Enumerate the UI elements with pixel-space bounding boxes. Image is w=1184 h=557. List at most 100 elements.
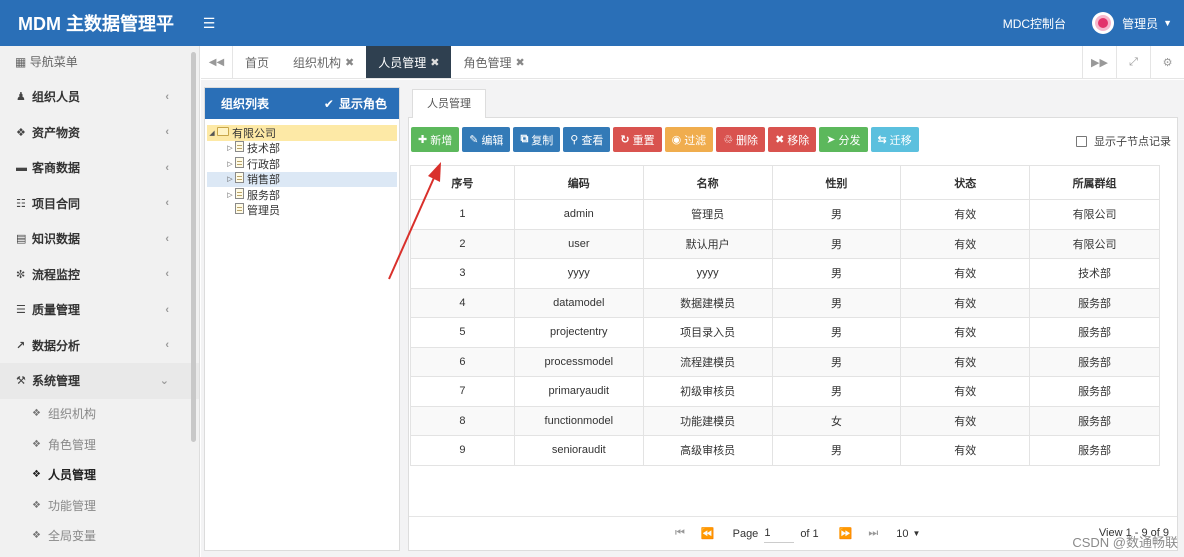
tree-node-root[interactable]: ◢ 有限公司: [207, 125, 397, 141]
sidebar-item-quality[interactable]: ☰ 质量管理 ‹: [0, 292, 199, 328]
book-icon: ▤: [16, 233, 27, 246]
inner-tab-people[interactable]: 人员管理: [412, 89, 486, 119]
show-child-records-label: 显示子节点记录: [1094, 136, 1171, 148]
column-header[interactable]: 性别: [771, 165, 902, 200]
show-child-records-checkbox[interactable]: [1076, 135, 1087, 147]
expand-right-icon[interactable]: ▷: [225, 191, 235, 199]
fullscreen-icon[interactable]: ⤢: [1116, 46, 1150, 78]
table-cell: processmodel: [513, 346, 644, 377]
table-row[interactable]: 4 datamodel 数据建模员男有效 服务部: [410, 287, 1160, 318]
sidebar-scrollbar[interactable]: [191, 52, 196, 442]
view-button[interactable]: ⚲ 查看: [563, 127, 611, 152]
table-cell: 7: [410, 376, 515, 407]
sidebar-subitem-people[interactable]: ❖ 人员管理: [0, 460, 199, 491]
table-cell: 数据建模员: [642, 287, 773, 318]
table-row[interactable]: 6 processmodel 流程建模员男有效 服务部: [410, 346, 1160, 377]
table-cell: 高级审核员: [642, 435, 773, 466]
delete-button[interactable]: ♲ 删除: [716, 127, 766, 152]
table-cell: 男: [771, 376, 902, 407]
user-menu[interactable]: 管理员 ▼: [1092, 12, 1172, 34]
close-icon[interactable]: ✖: [345, 56, 354, 69]
expand-right-icon[interactable]: ▷: [225, 175, 235, 183]
tab-scroll-left-icon[interactable]: ◀◀: [201, 46, 233, 78]
tree-node[interactable]: ▷ 行政部: [207, 156, 397, 172]
table-row[interactable]: 3 yyyy yyyy 男有效 技术部: [410, 258, 1160, 289]
app-brand: MDM 主数据管理平: [18, 14, 174, 34]
sidebar-item-process-monitor[interactable]: ✼ 流程监控 ‹: [0, 257, 199, 293]
expand-right-icon[interactable]: ▷: [225, 144, 235, 152]
gear-icon[interactable]: ⚙: [1150, 46, 1184, 78]
sidebar-item-label: 知识数据: [32, 232, 81, 247]
table-row[interactable]: 5 projectentry 项目录入员男有效 服务部: [410, 317, 1160, 348]
org-panel: 组织列表 ✔ 显示角色 ◢ 有限公司 ▷ 技术部 ▷ 行政部 ▷ 销售部 ▷ 服…: [204, 87, 400, 551]
sidebar-item-org-people[interactable]: ♟ 组织人员 ‹: [0, 79, 199, 115]
filter-button[interactable]: ◉ 过滤: [664, 127, 714, 152]
sidebar-item-knowledge[interactable]: ▤ 知识数据 ‹: [0, 221, 199, 257]
show-role-toggle[interactable]: 显示角色: [339, 95, 387, 112]
tree-node-label: 技术部: [247, 143, 280, 156]
sidebar-item-label: 客商数据: [32, 161, 81, 176]
table-cell: 项目录入员: [642, 317, 773, 348]
sidebar-subitem-org[interactable]: ❖ 组织机构: [0, 399, 199, 430]
last-page-icon[interactable]: ⏭: [868, 527, 878, 540]
tab-roles[interactable]: 角色管理 ✖: [451, 46, 536, 78]
mdc-console-link[interactable]: MDC控制台: [1003, 15, 1066, 32]
add-button[interactable]: ✚ 新增: [411, 127, 460, 152]
next-page-icon[interactable]: ⏩: [839, 527, 853, 540]
tree-node-label: 有限公司: [232, 127, 276, 140]
first-page-icon[interactable]: ⏮: [675, 527, 685, 540]
migrate-button[interactable]: ⇆ 迁移: [870, 127, 919, 152]
tree-node[interactable]: ▷ 销售部: [207, 171, 397, 187]
table-cell: 有限公司: [1029, 199, 1160, 230]
copy-button[interactable]: ⧉ 复制: [513, 127, 561, 152]
column-header[interactable]: 编码: [513, 165, 644, 200]
column-header[interactable]: 状态: [900, 165, 1031, 200]
tree-node[interactable]: 管理员: [207, 203, 397, 219]
expand-right-icon[interactable]: ▷: [225, 160, 235, 168]
table-row[interactable]: 9 senioraudit 高级审核员男有效 服务部: [410, 435, 1160, 466]
show-child-records-toggle[interactable]: 显示子节点记录: [1076, 133, 1171, 149]
reset-button[interactable]: ↻ 重置: [613, 127, 662, 152]
sidebar-item-system[interactable]: ⚒ 系统管理 ⌄: [0, 363, 199, 399]
close-icon[interactable]: ✖: [516, 56, 525, 69]
column-header[interactable]: 名称: [642, 165, 773, 200]
table-row[interactable]: 7 primaryaudit 初级审核员男有效 服务部: [410, 376, 1160, 407]
column-header[interactable]: 序号: [410, 165, 515, 200]
sidebar-subitem-roles[interactable]: ❖ 角色管理: [0, 429, 199, 460]
page-label: Page: [732, 527, 759, 540]
column-header[interactable]: 所属群组: [1029, 165, 1160, 200]
prev-page-icon[interactable]: ⏪: [701, 527, 715, 540]
table-cell: 有效: [900, 346, 1031, 377]
sidebar-item-customers[interactable]: ▬ 客商数据 ‹: [0, 150, 199, 186]
tab-org[interactable]: 组织机构 ✖: [281, 46, 366, 78]
sidebar-item-projects[interactable]: ☷ 项目合同 ‹: [0, 186, 199, 222]
edit-button[interactable]: ✎ 编辑: [462, 127, 511, 152]
chevron-left-icon: ‹: [165, 268, 169, 281]
assign-button[interactable]: ➤ 分发: [819, 127, 868, 152]
remove-button[interactable]: ✖ 移除: [768, 127, 817, 152]
sidebar-subitem-functions[interactable]: ❖ 功能管理: [0, 490, 199, 521]
sidebar-subitem-globals[interactable]: ❖ 全局变量: [0, 521, 199, 552]
table-cell: user: [513, 228, 644, 259]
close-icon[interactable]: ✖: [430, 56, 439, 69]
table-row[interactable]: 2 user 默认用户男有效 有限公司: [410, 228, 1160, 259]
chevron-left-icon: ‹: [165, 197, 169, 210]
sidebar-item-assets[interactable]: ❖ 资产物资 ‹: [0, 115, 199, 151]
tab-people[interactable]: 人员管理 ✖: [366, 46, 452, 78]
page-size-select[interactable]: 10 ▼: [896, 528, 920, 540]
table-cell: 有效: [900, 435, 1031, 466]
table-row[interactable]: 1 admin 管理员男有效 有限公司: [410, 199, 1160, 230]
chevron-down-icon: ▼: [912, 529, 921, 538]
sidebar-item-analysis[interactable]: ↗ 数据分析 ‹: [0, 328, 199, 364]
page-number-input[interactable]: [764, 524, 795, 543]
tab-home[interactable]: 首页: [233, 46, 281, 78]
expand-down-icon[interactable]: ◢: [207, 129, 217, 137]
tree-node[interactable]: ▷ 技术部: [207, 141, 397, 157]
tree-node[interactable]: ▷ 服务部: [207, 187, 397, 203]
table-row[interactable]: 8 functionmodel 功能建模员女有效 服务部: [410, 405, 1160, 436]
sidebar-item-label: 流程监控: [32, 267, 81, 282]
sidebar-subitem-label: 全局变量: [48, 529, 97, 544]
tab-scroll-right-icon[interactable]: ▶▶: [1082, 46, 1116, 78]
table-cell: 技术部: [1029, 258, 1160, 289]
hamburger-icon[interactable]: ☰: [194, 15, 224, 32]
